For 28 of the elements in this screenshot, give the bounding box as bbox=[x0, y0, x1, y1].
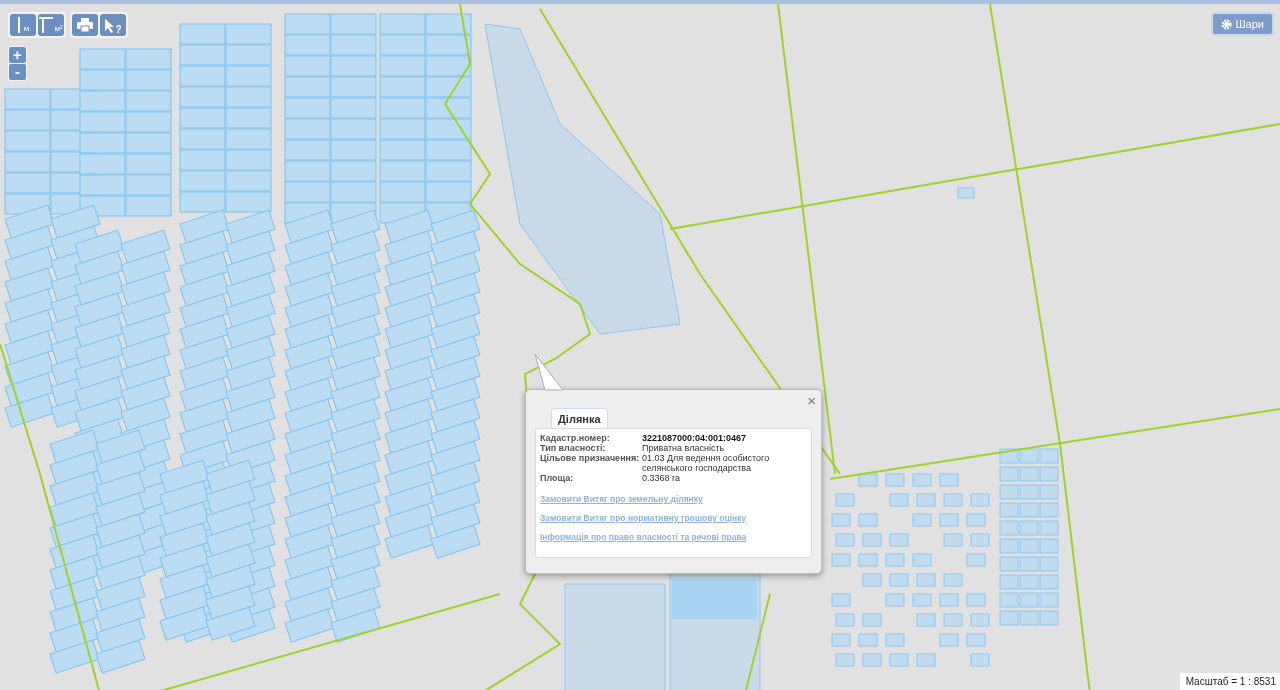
parcel-shape bbox=[957, 187, 975, 199]
info-link[interactable]: Замовити Витяг про земельну ділянку bbox=[540, 494, 807, 504]
close-button[interactable]: × bbox=[807, 393, 816, 408]
cursor-icon bbox=[104, 17, 115, 33]
ruler-icon bbox=[16, 17, 23, 33]
field-label: Тип власності: bbox=[540, 443, 607, 453]
field-value: 3221087000:04:001:0467 bbox=[642, 433, 748, 443]
field-label: Цільове призначення: bbox=[540, 453, 641, 465]
field-value: Приватна власність bbox=[642, 443, 726, 453]
popup-pointer bbox=[533, 354, 565, 392]
field-label: Кадастр.номер: bbox=[540, 433, 611, 443]
gear-icon bbox=[1220, 18, 1232, 30]
field-value: 0.3368 га bbox=[642, 473, 682, 483]
popup-tab[interactable]: Ділянка bbox=[551, 408, 608, 428]
scale-label: Масштаб = 1 : 8531 bbox=[1179, 673, 1280, 690]
info-link[interactable]: Замовити Витяг про нормативну грошову оцінку bbox=[540, 513, 807, 523]
field-label: Площа: bbox=[540, 473, 575, 483]
printer-icon bbox=[77, 18, 93, 32]
identify-button[interactable]: ? bbox=[100, 14, 126, 36]
area-ruler-icon bbox=[39, 17, 54, 33]
measure-button[interactable]: м² bbox=[38, 14, 64, 36]
layers-button[interactable]: Шари bbox=[1210, 12, 1274, 36]
measure-button[interactable]: м bbox=[10, 14, 36, 36]
info-link[interactable]: Інформація про право власності та речові права bbox=[540, 532, 807, 542]
print-button[interactable] bbox=[72, 14, 98, 36]
zoom-in-button[interactable]: + bbox=[9, 47, 26, 63]
zoom-out-button[interactable]: - bbox=[9, 64, 26, 80]
field-value: 01.03 Для ведення особистого селянського господарства bbox=[642, 453, 771, 473]
